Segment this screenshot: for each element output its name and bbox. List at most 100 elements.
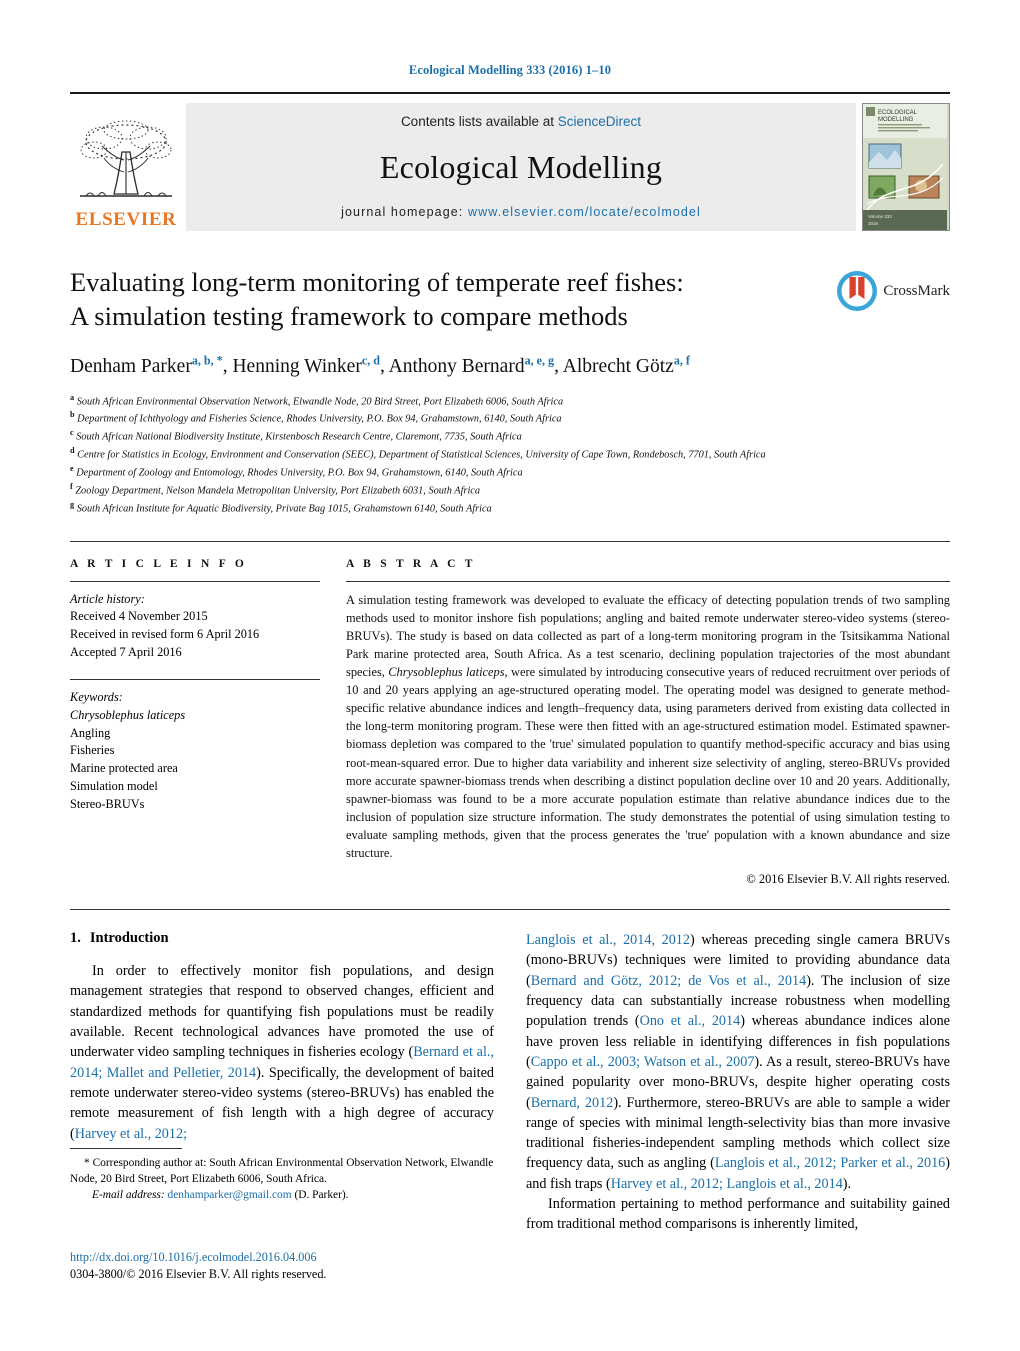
citation-link[interactable]: Langlois et al., 2014, 2012	[526, 932, 690, 948]
email-suffix: (D. Parker).	[294, 1189, 349, 1202]
affiliation-item: a South African Environmental Observatio…	[70, 392, 950, 410]
article-history-list: Received 4 November 2015 Received in rev…	[70, 608, 320, 661]
footnote-email-line: E-mail address: denhamparker@gmail.com (…	[70, 1187, 510, 1203]
doi-block: http://dx.doi.org/10.1016/j.ecolmodel.20…	[70, 1249, 530, 1284]
info-abstract-section: A R T I C L E I N F O Article history: R…	[70, 540, 950, 888]
citation-link[interactable]: Bernard, 2012	[531, 1095, 614, 1111]
footnote-marker: *	[84, 1157, 90, 1169]
abstract-column: A B S T R A C T A simulation testing fra…	[346, 558, 950, 888]
abstract-part2: , were simulated by introducing consecut…	[346, 664, 950, 861]
affiliation-mark: a	[70, 392, 75, 402]
footnote-divider	[70, 1148, 182, 1149]
affiliation-item: f Zoology Department, Nelson Mandela Met…	[70, 481, 950, 499]
intro-paragraph-right-2: Information pertaining to method perform…	[526, 1196, 950, 1233]
history-item: Received in revised form 6 April 2016	[70, 626, 260, 641]
divider	[346, 580, 950, 582]
section-title-introduction: 1. Introduction	[70, 930, 494, 947]
contents-prefix: Contents lists available at	[400, 114, 558, 129]
email-link[interactable]: denhamparker@gmail.com	[168, 1189, 292, 1201]
journal-homepage-link[interactable]: www.elsevier.com/locate/ecolmodel	[468, 205, 701, 219]
author-list: Denham Parkera, b, *, Henning Winkerc, d…	[70, 353, 690, 377]
affiliation-item: c South African National Biodiversity In…	[70, 427, 950, 445]
homepage-line: journal homepage: www.elsevier.com/locat…	[341, 205, 701, 219]
author-entry: Denham Parkera, b, *	[70, 353, 223, 377]
sciencedirect-link[interactable]: ScienceDirect	[558, 114, 641, 129]
crossmark-label: CrossMark	[883, 282, 950, 299]
intro-paragraph-right-1: Langlois et al., 2014, 2012) whereas pre…	[526, 930, 950, 1194]
affiliation-list: a South African Environmental Observatio…	[70, 392, 950, 517]
elsevier-logo: ELSEVIER	[70, 103, 182, 231]
article-title-line1: Evaluating long-term monitoring of tempe…	[70, 267, 684, 297]
crossmark-badge[interactable]: CrossMark	[835, 269, 950, 313]
citation-link[interactable]: Ono et al., 2014	[640, 1013, 741, 1029]
intro-seg-text: ).	[842, 1175, 852, 1192]
svg-text:2016: 2016	[868, 221, 879, 226]
elsevier-wordmark: ELSEVIER	[75, 209, 177, 230]
affiliation-item: d Centre for Statistics in Ecology, Envi…	[70, 445, 950, 463]
affiliation-item: g South African Institute for Aquatic Bi…	[70, 499, 950, 517]
history-item: Received 4 November 2015	[70, 609, 208, 624]
author-entry: Anthony Bernarda, e, g	[388, 353, 555, 377]
author-affil-marks: c, d	[361, 353, 380, 367]
corresponding-author-footnote: * Corresponding author at: South African…	[70, 1148, 510, 1204]
intro-paragraph-left: In order to effectively monitor fish pop…	[70, 961, 494, 1144]
title-area: Evaluating long-term monitoring of tempe…	[70, 265, 950, 335]
affiliation-mark: e	[70, 463, 74, 473]
author-affil-marks: a, f	[673, 353, 690, 367]
section-number: 1.	[70, 930, 81, 947]
affiliation-text: South African Environmental Observation …	[76, 395, 564, 407]
affiliation-text: Zoology Department, Nelson Mandela Metro…	[75, 485, 481, 497]
journal-cover-thumbnail: ECOLOGICAL MODELLING Volume 333 2016	[862, 103, 950, 231]
footnote-body: Corresponding author at: South African E…	[70, 1157, 494, 1186]
abstract-species-name: Chrysoblephus laticeps	[388, 664, 505, 679]
divider	[70, 679, 320, 681]
citation-link[interactable]: Cappo et al., 2003; Watson et al., 2007	[531, 1054, 755, 1070]
svg-text:Volume 333: Volume 333	[868, 214, 892, 219]
divider	[70, 580, 320, 582]
affiliation-mark: f	[70, 481, 73, 491]
crossmark-icon	[837, 271, 878, 311]
affiliation-text: Department of Ichthyology and Fisheries …	[77, 413, 562, 425]
paper-page: Ecological Modelling 333 (2016) 1–10 ELS…	[0, 0, 1020, 1351]
citation-link[interactable]: Langlois et al., 2012; Parker et al., 20…	[715, 1155, 945, 1171]
abstract-copyright: © 2016 Elsevier B.V. All rights reserved…	[746, 872, 950, 887]
author-name: Albrecht Götz	[562, 355, 674, 377]
article-title-line2: A simulation testing framework to compar…	[70, 301, 628, 332]
affiliation-text: South African National Biodiversity Inst…	[76, 431, 522, 443]
svg-text:MODELLING: MODELLING	[878, 117, 914, 123]
author-affil-marks: a, e, g	[524, 353, 555, 367]
issn-copyright-line: 0304-3800/© 2016 Elsevier B.V. All right…	[70, 1267, 327, 1282]
svg-text:ECOLOGICAL: ECOLOGICAL	[878, 110, 918, 116]
citation-link[interactable]: Harvey et al., 2012; Langlois et al., 20…	[611, 1176, 843, 1192]
homepage-prefix: journal homepage:	[341, 205, 468, 219]
page-title: Evaluating long-term monitoring of tempe…	[70, 265, 850, 334]
affiliation-text: Department of Zoology and Entomology, Rh…	[76, 467, 523, 479]
elsevier-tree-icon	[80, 120, 172, 197]
citation-link[interactable]: Bernard and Götz, 2012; de Vos et al., 2…	[531, 973, 806, 989]
author-name: Henning Winker	[232, 355, 362, 377]
section-label: Introduction	[89, 930, 169, 947]
affiliation-item: b Department of Ichthyology and Fisherie…	[70, 409, 950, 427]
journal-banner-center: Contents lists available at ScienceDirec…	[186, 103, 856, 231]
abstract-text: A simulation testing framework was devel…	[346, 591, 950, 863]
affiliation-mark: g	[70, 499, 75, 509]
affiliation-text: South African Institute for Aquatic Biod…	[76, 503, 492, 515]
body-column-right: Langlois et al., 2014, 2012) whereas pre…	[526, 930, 950, 1234]
keyword-item: Chrysoblephus laticeps	[70, 708, 186, 723]
citation-link[interactable]: Harvey et al., 2012;	[75, 1126, 187, 1142]
affiliation-mark: d	[70, 446, 75, 456]
doi-link[interactable]: http://dx.doi.org/10.1016/j.ecolmodel.20…	[70, 1249, 530, 1266]
author-name: Denham Parker	[70, 355, 192, 377]
keywords-label: Keywords:	[70, 690, 123, 705]
keyword-item: Fisheries	[70, 743, 115, 758]
keyword-item: Simulation model	[70, 778, 158, 793]
history-item: Accepted 7 April 2016	[70, 644, 182, 659]
affiliation-mark: c	[70, 428, 74, 438]
keywords-list: Chrysoblephus laticeps Angling Fisheries…	[70, 707, 320, 813]
abstract-heading: A B S T R A C T	[346, 557, 476, 570]
affiliation-mark: b	[70, 410, 75, 420]
article-info-heading: A R T I C L E I N F O	[70, 557, 248, 570]
author-name: Anthony Bernard	[388, 355, 525, 377]
author-entry: Albrecht Götza, f	[562, 353, 690, 377]
email-label: E-mail address:	[92, 1189, 165, 1202]
